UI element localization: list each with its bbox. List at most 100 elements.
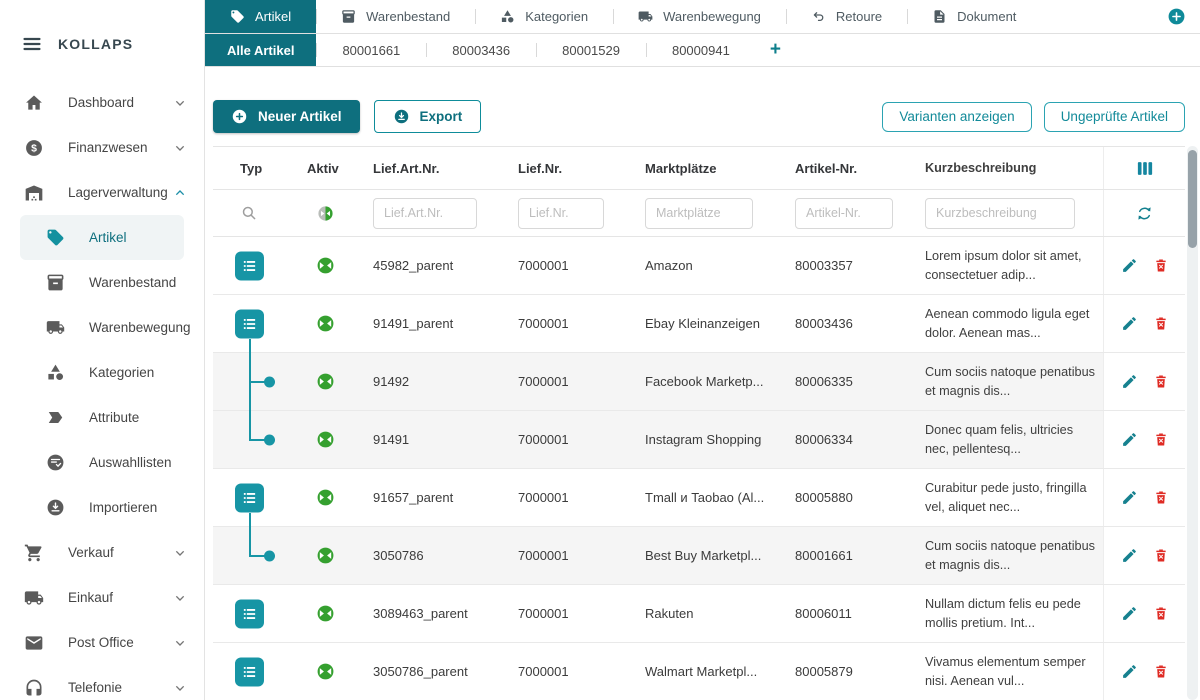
brand-name: KOLLAPS <box>58 36 133 52</box>
sidebar-item-dashboard[interactable]: Dashboard <box>0 80 204 125</box>
filter-aktiv-toggle[interactable] <box>293 190 357 236</box>
sidebar: KOLLAPS Dashboard $ Finanzwesen Lagerver… <box>0 0 205 700</box>
edit-button[interactable] <box>1121 315 1138 332</box>
filter-lief-art-nr-input[interactable] <box>373 198 477 229</box>
filter-artikel-nr-input[interactable] <box>795 198 893 229</box>
cell-marktplatz: Amazon <box>629 237 779 294</box>
home-icon <box>24 93 44 113</box>
menu-icon[interactable] <box>22 34 42 54</box>
sidebar-subitem-kategorien[interactable]: Kategorien <box>20 350 184 395</box>
category-shapes-icon <box>500 9 515 24</box>
delete-button[interactable] <box>1153 605 1169 622</box>
tag-icon <box>230 9 245 24</box>
edit-button[interactable] <box>1121 489 1138 506</box>
sidebar-subitem-auswahllisten[interactable]: Auswahllisten <box>20 440 184 485</box>
delete-button[interactable] <box>1153 431 1169 448</box>
sidebar-item-telefonie[interactable]: Telefonie <box>0 665 204 700</box>
articles-table: Typ Aktiv Lief.Art.Nr. Lief.Nr. Marktplä… <box>213 146 1185 700</box>
table-row[interactable]: 3050786 7000001 Best Buy Marketpl... 800… <box>213 527 1185 585</box>
cell-lief-nr: 7000001 <box>503 237 629 294</box>
subtab-80000941[interactable]: 80000941 <box>646 34 756 66</box>
export-button[interactable]: Export <box>374 100 482 133</box>
delete-button[interactable] <box>1153 547 1169 564</box>
column-settings-button[interactable] <box>1103 147 1185 189</box>
subtab-80001529[interactable]: 80001529 <box>536 34 646 66</box>
active-toggle-icon <box>317 205 334 222</box>
ungepruefte-artikel-button[interactable]: Ungeprüfte Artikel <box>1044 102 1185 132</box>
edit-button[interactable] <box>1121 257 1138 274</box>
refresh-button[interactable] <box>1103 190 1185 236</box>
edit-button[interactable] <box>1121 605 1138 622</box>
sidebar-subitem-label: Attribute <box>89 410 139 425</box>
filter-kurzbeschreibung-input[interactable] <box>925 198 1075 229</box>
pencil-icon <box>1121 547 1138 564</box>
cell-artikel-nr: 80003357 <box>779 237 909 294</box>
subtab-80001661[interactable]: 80001661 <box>316 34 426 66</box>
trash-icon <box>1153 605 1169 622</box>
cell-typ <box>213 585 293 642</box>
sidebar-subitem-label: Warenbestand <box>89 275 176 290</box>
subtab-label: Alle Artikel <box>227 43 294 58</box>
subtab-alle-artikel[interactable]: Alle Artikel <box>205 34 316 66</box>
table-row[interactable]: 91492 7000001 Facebook Marketp... 800063… <box>213 353 1185 411</box>
sidebar-item-lagerverwaltung[interactable]: Lagerverwaltung <box>0 170 204 215</box>
filter-typ[interactable] <box>213 190 293 236</box>
tab-warenbewegung[interactable]: Warenbewegung <box>613 0 786 33</box>
tab-artikel[interactable]: Artikel <box>205 0 316 33</box>
delete-button[interactable] <box>1153 663 1169 680</box>
table-row[interactable]: 3089463_parent 7000001 Rakuten 80006011 … <box>213 585 1185 643</box>
cell-lief-art-nr: 3050786_parent <box>357 643 503 700</box>
trash-icon <box>1153 431 1169 448</box>
tree-connector <box>249 411 251 440</box>
table-row[interactable]: 91491_parent 7000001 Ebay Kleinanzeigen … <box>213 295 1185 353</box>
sidebar-item-label: Verkauf <box>68 545 114 560</box>
filter-marktplaetze-input[interactable] <box>645 198 753 229</box>
sidebar-item-finanzwesen[interactable]: $ Finanzwesen <box>0 125 204 170</box>
subtab-80003436[interactable]: 80003436 <box>426 34 536 66</box>
parent-article-icon[interactable] <box>235 309 264 338</box>
table-row[interactable]: 91491 7000001 Instagram Shopping 8000633… <box>213 411 1185 469</box>
sidebar-subitem-importieren[interactable]: Importieren <box>20 485 184 530</box>
neuer-artikel-button[interactable]: Neuer Artikel <box>213 100 360 133</box>
delete-button[interactable] <box>1153 257 1169 274</box>
active-icon <box>316 372 335 391</box>
sidebar-item-einkauf[interactable]: Einkauf <box>0 575 204 620</box>
add-subtab-button[interactable]: + <box>756 34 795 66</box>
tab-kategorien[interactable]: Kategorien <box>475 0 613 33</box>
refresh-icon <box>1135 204 1154 223</box>
cell-artikel-nr: 80006011 <box>779 585 909 642</box>
edit-button[interactable] <box>1121 663 1138 680</box>
edit-button[interactable] <box>1121 547 1138 564</box>
sidebar-item-post-office[interactable]: Post Office <box>0 620 204 665</box>
parent-article-icon[interactable] <box>235 251 264 280</box>
pencil-icon <box>1121 257 1138 274</box>
sidebar-subitem-warenbewegung[interactable]: Warenbewegung <box>20 305 184 350</box>
delete-button[interactable] <box>1153 489 1169 506</box>
scrollbar-thumb[interactable] <box>1188 150 1197 248</box>
parent-article-icon[interactable] <box>235 599 264 628</box>
edit-button[interactable] <box>1121 373 1138 390</box>
tab-retoure[interactable]: Retoure <box>786 0 907 33</box>
table-row[interactable]: 45982_parent 7000001 Amazon 80003357 Lor… <box>213 237 1185 295</box>
finance-dollar-icon: $ <box>24 138 44 158</box>
sidebar-subitem-warenbestand[interactable]: Warenbestand <box>20 260 184 305</box>
sidebar-subitem-attribute[interactable]: Attribute <box>20 395 184 440</box>
parent-article-icon[interactable] <box>235 483 264 512</box>
tab-warenbestand[interactable]: Warenbestand <box>316 0 475 33</box>
sidebar-item-verkauf[interactable]: Verkauf <box>0 530 204 575</box>
varianten-anzeigen-button[interactable]: Varianten anzeigen <box>882 102 1031 132</box>
table-row[interactable]: 91657_parent 7000001 Tmall и Taobao (Al.… <box>213 469 1185 527</box>
tab-dokument[interactable]: Dokument <box>907 0 1041 33</box>
add-tab-button[interactable] <box>1167 7 1186 26</box>
sidebar-subitem-artikel[interactable]: Artikel <box>20 215 184 260</box>
chevron-down-icon <box>172 635 188 651</box>
delete-button[interactable] <box>1153 315 1169 332</box>
cell-aktiv <box>293 527 357 584</box>
filter-lief-nr-input[interactable] <box>518 198 604 229</box>
delete-button[interactable] <box>1153 373 1169 390</box>
cell-artikel-nr: 80001661 <box>779 527 909 584</box>
table-row[interactable]: 3050786_parent 7000001 Walmart Marketpl.… <box>213 643 1185 700</box>
parent-article-icon[interactable] <box>235 657 264 686</box>
active-icon <box>316 314 335 333</box>
edit-button[interactable] <box>1121 431 1138 448</box>
